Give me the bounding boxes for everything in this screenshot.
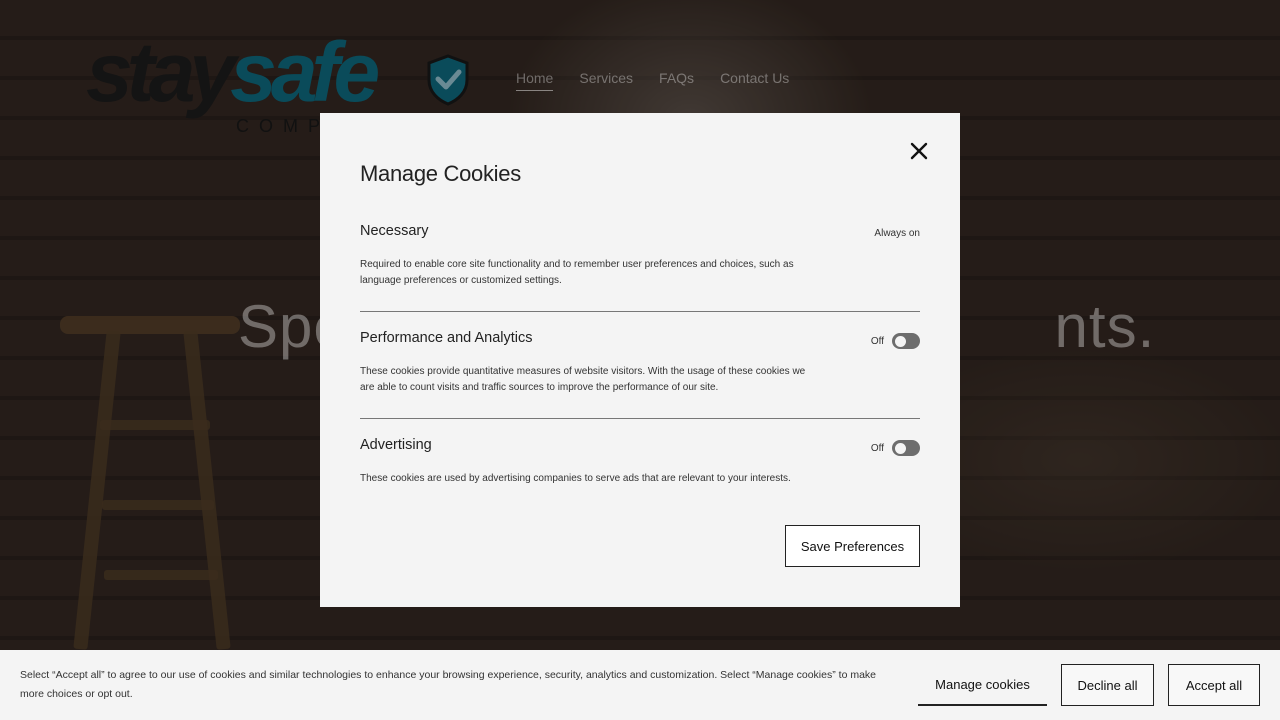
shield-check-icon xyxy=(427,54,469,106)
performance-toggle-group: Off xyxy=(871,333,920,349)
section-divider xyxy=(360,418,920,419)
cookie-consent-bar: Select “Accept all” to agree to our use … xyxy=(0,650,1280,720)
logo-subtext: COMP xyxy=(236,116,330,136)
nav-item-services[interactable]: Services xyxy=(579,70,633,91)
section-description: Required to enable core site functionali… xyxy=(360,259,794,286)
cookie-consent-text: Select “Accept all” to agree to our use … xyxy=(20,669,876,700)
decline-all-button[interactable]: Decline all xyxy=(1061,664,1154,706)
performance-toggle[interactable] xyxy=(892,333,920,349)
logo-text-safe: safe xyxy=(230,25,380,119)
toggle-knob xyxy=(895,442,906,454)
toggle-label: Off xyxy=(870,442,884,454)
main-nav: Home Services FAQs Contact Us xyxy=(516,70,789,91)
section-description: These cookies are used by advertising co… xyxy=(360,473,791,484)
logo-text-stay: stay xyxy=(86,25,236,119)
cookie-section-advertising: Advertising Off These cookies are used b… xyxy=(360,437,920,497)
toggle-label: Off xyxy=(870,335,884,347)
cookie-section-necessary: Necessary Always on Required to enable c… xyxy=(360,223,920,303)
always-on-label: Always on xyxy=(874,228,920,239)
section-divider xyxy=(360,311,920,312)
section-description: These cookies provide quantitative measu… xyxy=(360,366,806,393)
nav-item-faqs[interactable]: FAQs xyxy=(659,70,694,91)
accept-all-button[interactable]: Accept all xyxy=(1168,664,1260,706)
logo-wordmark: staysafe xyxy=(86,22,380,122)
manage-cookies-modal: Manage Cookies Necessary Always on Requi… xyxy=(320,113,960,607)
close-icon[interactable] xyxy=(908,140,930,162)
nav-item-contact-us[interactable]: Contact Us xyxy=(720,70,789,91)
section-title: Advertising xyxy=(360,437,432,453)
cookie-section-performance: Performance and Analytics Off These cook… xyxy=(360,330,920,410)
section-title: Necessary xyxy=(360,223,429,239)
manage-cookies-button[interactable]: Manage cookies xyxy=(918,664,1047,706)
advertising-toggle[interactable] xyxy=(892,440,920,456)
section-title: Performance and Analytics xyxy=(360,330,533,346)
nav-item-home[interactable]: Home xyxy=(516,70,554,91)
advertising-toggle-group: Off xyxy=(871,440,920,456)
toggle-knob xyxy=(895,335,906,347)
modal-title: Manage Cookies xyxy=(360,161,521,186)
save-preferences-button[interactable]: Save Preferences xyxy=(785,525,920,567)
